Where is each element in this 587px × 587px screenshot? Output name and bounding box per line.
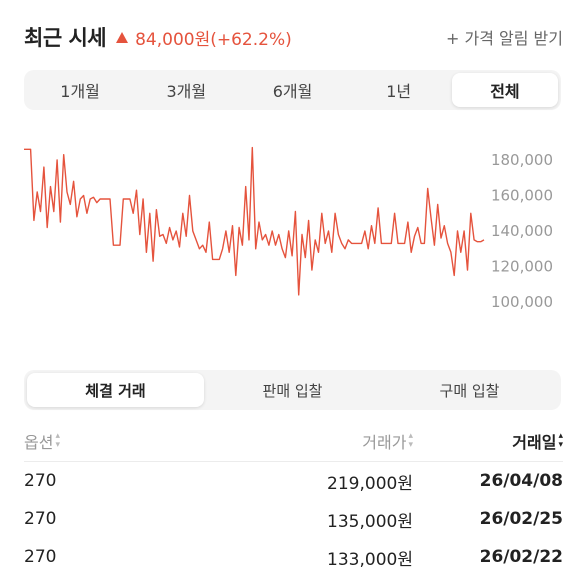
column-option[interactable]: 옵션 ▴ ▾ bbox=[24, 429, 213, 453]
row-date: 26/02/22 bbox=[479, 547, 563, 567]
table-row: 270 133,000원 26/02/22 bbox=[24, 538, 563, 576]
y-tick-label: 180,000 bbox=[491, 151, 553, 169]
sort-icon: ▴ ▾ bbox=[55, 430, 60, 450]
y-tick-label: 120,000 bbox=[491, 258, 553, 276]
column-date-label: 거래일 bbox=[512, 432, 557, 452]
y-tick-label: 140,000 bbox=[491, 222, 553, 240]
row-price: 135,000원 bbox=[327, 511, 413, 532]
column-price-label: 거래가 bbox=[362, 432, 407, 452]
column-date[interactable]: 거래일 ▴ ▾ bbox=[413, 429, 563, 453]
column-option-label: 옵션 bbox=[24, 432, 54, 452]
row-option: 270 bbox=[24, 471, 57, 491]
y-tick-label: 100,000 bbox=[491, 293, 553, 311]
column-price[interactable]: 거래가 ▴ ▾ bbox=[213, 429, 413, 453]
row-option: 270 bbox=[24, 547, 57, 567]
y-tick-label: 160,000 bbox=[491, 187, 553, 205]
trade-tabs: 체결 거래 판매 입찰 구매 입찰 bbox=[24, 370, 561, 410]
row-price: 219,000원 bbox=[327, 473, 413, 494]
tab-3-months[interactable]: 3개월 bbox=[133, 73, 239, 107]
table-row: 270 135,000원 26/02/25 bbox=[24, 500, 563, 538]
up-triangle-icon bbox=[116, 31, 129, 43]
period-tabs: 1개월 3개월 6개월 1년 전체 bbox=[24, 70, 561, 110]
price-header: 최근 시세 84,000원(+62.2%) + 가격 알림 받기 bbox=[24, 20, 563, 54]
price-change-text: 84,000원(+62.2%) bbox=[135, 29, 292, 50]
section-title: 최근 시세 bbox=[24, 26, 107, 50]
series-line bbox=[24, 146, 485, 296]
tab-1-month[interactable]: 1개월 bbox=[27, 73, 133, 107]
table-row: 270 219,000원 26/04/08 bbox=[24, 462, 563, 500]
row-date: 26/04/08 bbox=[479, 471, 563, 491]
row-date: 26/02/25 bbox=[479, 509, 563, 529]
price-change: 84,000원(+62.2%) bbox=[116, 25, 292, 50]
sort-desc-icon: ▴ ▾ bbox=[558, 430, 563, 450]
tab-buy-bids[interactable]: 구매 입찰 bbox=[381, 373, 558, 407]
row-price: 133,000원 bbox=[327, 549, 413, 570]
tab-completed-trades[interactable]: 체결 거래 bbox=[27, 373, 204, 407]
table-header: 옵션 ▴ ▾ 거래가 ▴ ▾ 거래일 ▴ ▾ bbox=[24, 420, 563, 462]
tab-6-months[interactable]: 6개월 bbox=[239, 73, 345, 107]
trade-table: 옵션 ▴ ▾ 거래가 ▴ ▾ 거래일 ▴ ▾ 270 219,000원 26/04/0… bbox=[24, 420, 563, 576]
tab-1-year[interactable]: 1년 bbox=[346, 73, 452, 107]
tab-sell-bids[interactable]: 판매 입찰 bbox=[204, 373, 381, 407]
tab-all[interactable]: 전체 bbox=[451, 73, 559, 107]
price-chart: 180,000 160,000 140,000 120,000 100,000 bbox=[24, 146, 553, 311]
price-alert-button[interactable]: + 가격 알림 받기 bbox=[446, 25, 563, 49]
row-option: 270 bbox=[24, 509, 57, 529]
